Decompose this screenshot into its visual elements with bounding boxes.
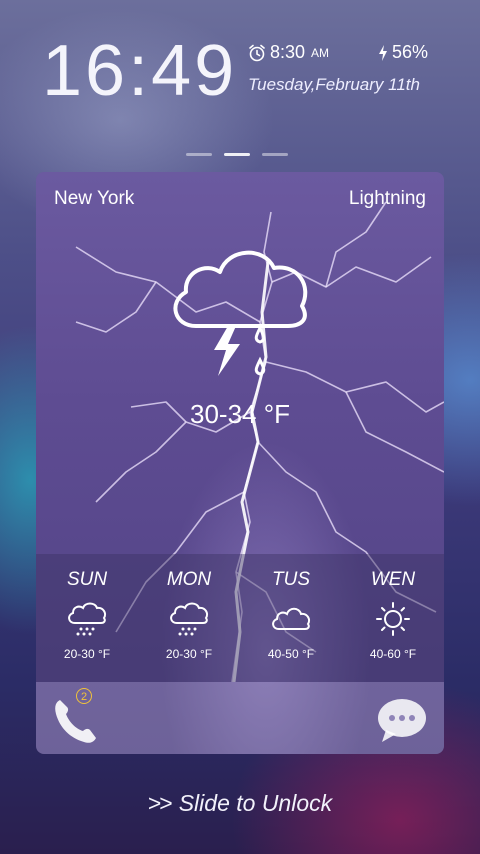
forecast-range: 40-60 °F (369, 647, 417, 661)
page-dot-active (224, 153, 250, 156)
forecast-day-name: SUN (66, 569, 108, 590)
city-name: New York (54, 188, 135, 209)
alarm-indicator: 8:30 AM (248, 42, 329, 63)
forecast-day-name: TUS (272, 569, 310, 590)
forecast-day-name: WEN (370, 569, 416, 590)
message-icon[interactable] (376, 696, 428, 746)
page-dot (186, 153, 212, 156)
battery-indicator: 56% (377, 42, 428, 63)
missed-call-badge: 2 (76, 688, 92, 704)
forecast-day: SUN 20-30 °F (36, 554, 138, 682)
cloud-icon (272, 607, 311, 630)
charging-bolt-icon (378, 44, 387, 61)
current-temperature: 30-34 °F (189, 399, 290, 429)
forecast-day-name: MON (166, 569, 212, 590)
page-indicator (186, 153, 288, 156)
alarm-suffix: AM (311, 45, 330, 60)
phone-icon[interactable] (50, 694, 102, 746)
slide-to-unlock[interactable]: >> Slide to Unlock (0, 790, 480, 817)
weather-condition: Lightning (348, 188, 426, 209)
rain-cloud-icon (170, 602, 209, 636)
forecast-range: 40-50 °F (267, 647, 315, 661)
forecast-range: 20-30 °F (165, 647, 213, 661)
forecast-day: TUS 40-50 °F (240, 554, 342, 682)
forecast-day: WEN 40-60 °F (342, 554, 444, 682)
thunderstorm-rain-icon (173, 250, 308, 376)
battery-level: 56% (391, 42, 428, 62)
clock-time: 16:49 (42, 31, 238, 111)
forecast-strip: SUN 20-30 °F MON 20-30 °F TUS 40-50 °F W… (36, 554, 444, 682)
rain-cloud-icon (68, 602, 107, 636)
alarm-clock-icon (249, 44, 265, 61)
unlock-arrows: >> (147, 790, 173, 816)
status-info: 8:30 AM 56% Tuesday,February 11th (248, 42, 428, 95)
date-text: Tuesday,February 11th (248, 75, 420, 94)
quick-dock: 2 (36, 682, 444, 754)
forecast-range: 20-30 °F (63, 647, 111, 661)
weather-card[interactable]: New York Lightning 30-34 °F SUN 20-30 °F… (36, 172, 444, 754)
sun-icon (376, 602, 410, 636)
page-dot (262, 153, 288, 156)
forecast-day: MON 20-30 °F (138, 554, 240, 682)
alarm-time: 8:30 (270, 42, 306, 62)
unlock-label: Slide to Unlock (178, 790, 333, 816)
